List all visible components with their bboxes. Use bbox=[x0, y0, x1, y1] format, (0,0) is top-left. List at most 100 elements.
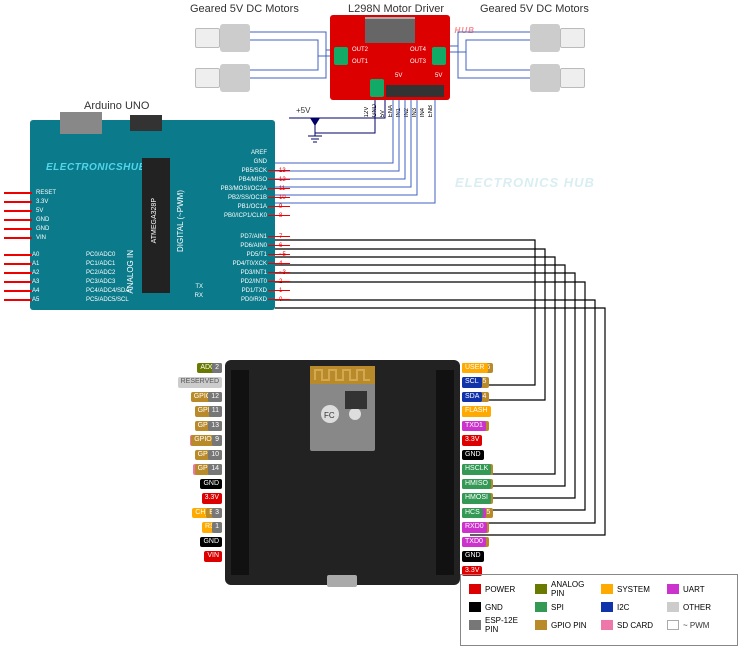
uno-pin-reset: RESET bbox=[36, 190, 80, 196]
esp12e-antenna bbox=[310, 366, 375, 384]
uno-pin-gnd: GND bbox=[36, 217, 80, 223]
swatch bbox=[535, 602, 547, 612]
legend-text: POWER bbox=[485, 585, 515, 594]
legend-text: SPI bbox=[551, 603, 564, 612]
legend-other: OTHER bbox=[667, 599, 729, 615]
motor-1 bbox=[195, 24, 250, 52]
uno-pin-a5: A5 bbox=[32, 297, 46, 303]
watermark-bg: ELECTRONICS HUB bbox=[455, 175, 595, 190]
uno-pin-d4: PD4/T0/XCK bbox=[205, 261, 267, 267]
pin-33v: 3.3V bbox=[462, 435, 482, 445]
legend-power: POWER bbox=[469, 581, 531, 597]
pin-reserved: RESERVED bbox=[178, 377, 222, 387]
uno-brand: ELECTRONICSHUB bbox=[46, 162, 146, 173]
pin-gnd: GND bbox=[462, 551, 484, 561]
uno-usb-port bbox=[60, 112, 102, 134]
legend-i2c: I2C bbox=[601, 599, 663, 615]
pin-flash: FLASH bbox=[462, 406, 491, 416]
uno-pin-inner: PC2/ADC2 bbox=[86, 270, 148, 276]
uno-pin-gnd: GND bbox=[36, 226, 80, 232]
nodemcu-board: FC bbox=[225, 360, 460, 585]
pin-3: 3 bbox=[212, 508, 222, 518]
wires-motors bbox=[248, 22, 548, 102]
uno-num: 13 bbox=[279, 168, 286, 174]
nodemcu-header-right bbox=[436, 370, 454, 575]
pin-txd0: TXD0 bbox=[462, 537, 486, 547]
swatch bbox=[601, 620, 613, 630]
pin-13: 13 bbox=[208, 421, 222, 431]
uno-pin-d7: PD7/AIN1 bbox=[205, 234, 267, 240]
pin-sda: SDA bbox=[462, 392, 482, 402]
legend-text: I2C bbox=[617, 603, 629, 612]
legend-text: SD CARD bbox=[617, 621, 653, 630]
pin-rxd0: RXD0 bbox=[462, 522, 487, 532]
pin-vin: VIN bbox=[204, 551, 222, 561]
uno-pin-d3: PD3/INT1 bbox=[205, 270, 267, 276]
uno-pin-a3: A3 bbox=[32, 279, 46, 285]
uno-rx: RX bbox=[183, 293, 203, 299]
uno-pin-d10: PB2/SS/OC1B bbox=[205, 195, 267, 201]
uno-num: 10 bbox=[279, 195, 286, 201]
swatch bbox=[667, 602, 679, 612]
pin-hmosi: HMOSI bbox=[462, 493, 491, 503]
legend-text: GND bbox=[485, 603, 503, 612]
swatch bbox=[535, 584, 547, 594]
pin-gnd: GND bbox=[200, 537, 222, 547]
uno-num: 12 bbox=[279, 177, 286, 183]
legend-esp-12e-pin: ESP-12E PIN bbox=[469, 617, 531, 633]
arduino-uno-board: ELECTRONICSHUB ATMEGA328P ANALOG IN DIGI… bbox=[30, 120, 275, 310]
pin-scl: SCL bbox=[462, 377, 482, 387]
legend-gnd: GND bbox=[469, 599, 531, 615]
swatch bbox=[469, 584, 481, 594]
uno-pin-inner: PC1/ADC1 bbox=[86, 261, 148, 267]
uno-num: 6 bbox=[279, 243, 282, 249]
uno-pin-a1: A1 bbox=[32, 261, 46, 267]
legend-gpio-pin: GPIO PIN bbox=[535, 617, 597, 633]
swatch bbox=[535, 620, 547, 630]
legend-text: SYSTEM bbox=[617, 585, 650, 594]
legend-text: ANALOG PIN bbox=[551, 580, 597, 598]
pin-txd1: TXD1 bbox=[462, 421, 486, 431]
uno-num: 2 bbox=[279, 279, 282, 285]
uno-pin-inner: PC0/ADC0 bbox=[86, 252, 148, 258]
digital-pwm-label: DIGITAL (~PWM) bbox=[176, 190, 185, 252]
uno-pin-d2: PD2/INT0 bbox=[205, 279, 267, 285]
pin-user: USER bbox=[462, 363, 487, 373]
uno-label: Arduino UNO bbox=[84, 100, 149, 112]
uno-pin-a4: A4 bbox=[32, 288, 46, 294]
uno-pin-d6: PD6/AIN0 bbox=[205, 243, 267, 249]
legend---pwm: ~ PWM bbox=[667, 617, 729, 633]
uno-num: ~3 bbox=[279, 270, 286, 276]
swatch bbox=[667, 620, 679, 630]
swatch bbox=[469, 620, 481, 630]
uno-pin-d13: PB5/SCK bbox=[205, 168, 267, 174]
legend-text: OTHER bbox=[683, 603, 711, 612]
nodemcu-usb bbox=[327, 575, 357, 587]
pin-10: 10 bbox=[208, 450, 222, 460]
swatch bbox=[667, 584, 679, 594]
pin-hcs: HCS bbox=[462, 508, 483, 518]
pin-9: 9 bbox=[212, 435, 222, 445]
uno-pin-d5: PD5/T1 bbox=[205, 252, 267, 258]
pin-gnd: GND bbox=[200, 479, 222, 489]
legend-sd-card: SD CARD bbox=[601, 617, 663, 633]
uno-pin-a0: A0 bbox=[32, 252, 46, 258]
pin-hsclk: HSCLK bbox=[462, 464, 491, 474]
pin-11: 11 bbox=[209, 406, 222, 416]
uno-pin-d9: PB1/OC1A bbox=[205, 204, 267, 210]
pin-33v: 3.3V bbox=[202, 493, 222, 503]
uno-num: 8 bbox=[279, 213, 282, 219]
uno-num: 7 bbox=[279, 234, 282, 240]
uno-tx: TX bbox=[183, 284, 203, 290]
pin-1: 1 bbox=[212, 522, 222, 532]
svg-text:FC: FC bbox=[324, 411, 335, 420]
l298n-label: L298N Motor Driver bbox=[348, 3, 444, 15]
uno-pin-aref: AREF bbox=[205, 150, 267, 156]
uno-pin-5v: 5V bbox=[36, 208, 80, 214]
uno-num: 9 bbox=[279, 204, 282, 210]
pin-2: 2 bbox=[212, 363, 222, 373]
legend-box: POWER ANALOG PIN SYSTEM UART GND SPI I2C OTHER E… bbox=[460, 574, 738, 646]
legend-analog-pin: ANALOG PIN bbox=[535, 581, 597, 597]
uno-pin-inner: PC5/ADC5/SCL bbox=[86, 297, 148, 303]
legend-text: UART bbox=[683, 585, 705, 594]
